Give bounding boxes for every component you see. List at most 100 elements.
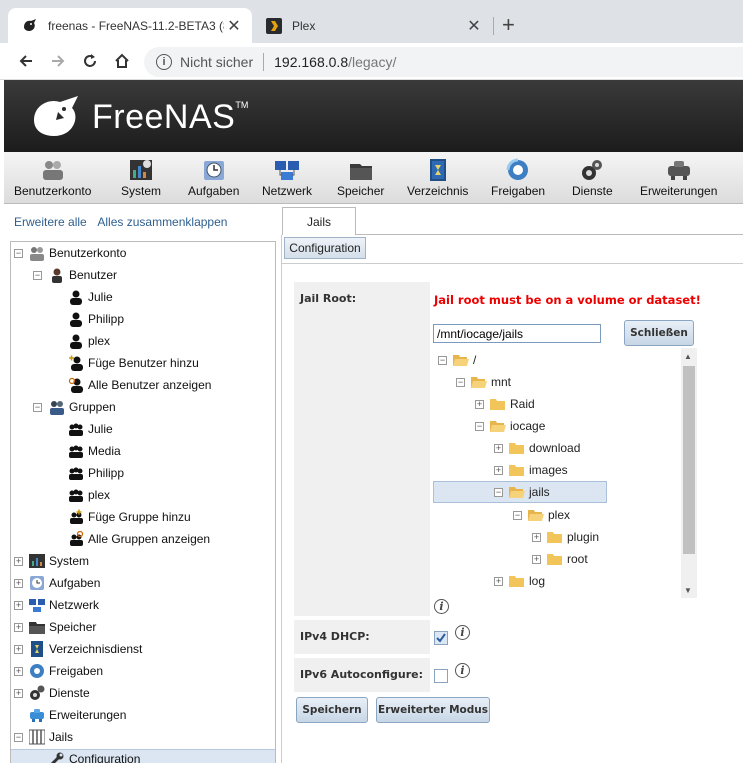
close-tab-icon[interactable]: ✕ xyxy=(224,16,244,36)
expand-toggle[interactable]: + xyxy=(14,689,23,698)
expand-toggle[interactable]: + xyxy=(14,667,23,676)
expand-toggle[interactable]: + xyxy=(494,466,503,475)
tree-item-dienste[interactable]: Dienste xyxy=(29,683,90,703)
freenas-logo[interactable]: FreeNAS TM xyxy=(30,94,248,140)
folder-plugin[interactable]: plugin xyxy=(547,527,599,547)
collapse-toggle[interactable]: − xyxy=(475,422,484,431)
expand-toggle[interactable]: + xyxy=(494,577,503,586)
toolbar-system[interactable]: System xyxy=(121,158,161,198)
expand-toggle[interactable]: + xyxy=(475,400,484,409)
tree-item-add-group[interactable]: Füge Gruppe hinzu xyxy=(68,507,191,527)
browser-tab-plex[interactable]: Plex ✕ xyxy=(252,8,492,43)
scroll-down-icon[interactable]: ▼ xyxy=(684,586,692,595)
tree-item-netzwerk[interactable]: Netzwerk xyxy=(29,595,99,615)
tree-item-configuration[interactable]: Configuration xyxy=(49,749,140,763)
home-icon[interactable] xyxy=(110,49,134,73)
back-icon[interactable] xyxy=(14,49,38,73)
toolbar-dienste[interactable]: Dienste xyxy=(572,158,613,198)
collapse-toggle[interactable]: − xyxy=(513,511,522,520)
tree-item-aufgaben[interactable]: Aufgaben xyxy=(29,573,100,593)
reload-icon[interactable] xyxy=(78,49,102,73)
folder-iocage[interactable]: iocage xyxy=(490,416,545,436)
folder-open-icon xyxy=(453,352,469,368)
tree-item-gruppen[interactable]: Gruppen xyxy=(49,397,116,417)
ipv6-autoconfigure-checkbox[interactable] xyxy=(434,669,448,683)
tree-item-group-plex[interactable]: plex xyxy=(68,485,110,505)
collapse-toggle[interactable]: − xyxy=(494,488,503,497)
browser-tab-freenas[interactable]: freenas - FreeNAS-11.2-BETA3 (8 ✕ xyxy=(8,8,252,43)
folder-log[interactable]: log xyxy=(509,571,545,591)
jail-root-info-icon[interactable]: i xyxy=(434,599,449,614)
tab-label: Configuration xyxy=(289,241,361,255)
folder-mnt[interactable]: mnt xyxy=(471,372,511,392)
scroll-up-icon[interactable]: ▲ xyxy=(684,352,692,361)
toolbar-netzwerk[interactable]: Netzwerk xyxy=(262,158,312,198)
close-button[interactable]: Schließen xyxy=(624,320,694,346)
folder-label: mnt xyxy=(491,375,512,389)
expand-toggle[interactable]: + xyxy=(532,555,541,564)
tree-item-show-users[interactable]: Alle Benutzer anzeigen xyxy=(68,375,211,395)
tree-item-group-media[interactable]: Media xyxy=(68,441,121,461)
collapse-toggle[interactable]: − xyxy=(438,356,447,365)
tree-item-benutzerkonto[interactable]: Benutzerkonto xyxy=(29,243,126,263)
collapse-toggle[interactable]: − xyxy=(33,271,42,280)
advanced-mode-button[interactable]: Erweiterter Modus xyxy=(376,697,490,723)
tree-item-freigaben[interactable]: Freigaben xyxy=(29,661,103,681)
tree-item-system[interactable]: System xyxy=(29,551,89,571)
forward-icon[interactable] xyxy=(46,49,70,73)
tree-item-user-philipp[interactable]: Philipp xyxy=(68,309,124,329)
jail-root-input[interactable] xyxy=(433,324,601,343)
expand-toggle[interactable]: + xyxy=(14,623,23,632)
collapse-toggle[interactable]: − xyxy=(456,378,465,387)
new-tab-icon[interactable]: + xyxy=(502,12,515,38)
collapse-all-link[interactable]: Alles zusammenklappen xyxy=(97,215,227,229)
toolbar-verzeichnis[interactable]: Verzeichnis xyxy=(407,158,468,198)
folder-raid[interactable]: Raid xyxy=(490,394,535,414)
expand-toggle[interactable]: + xyxy=(14,557,23,566)
toolbar-erweiterungen[interactable]: Erweiterungen xyxy=(640,158,717,198)
tree-item-user-plex[interactable]: plex xyxy=(68,331,110,351)
tree-item-add-user[interactable]: Füge Benutzer hinzu xyxy=(68,353,199,373)
address-bar[interactable]: i Nicht sicher 192.168.0.8 /legacy/ xyxy=(144,47,743,77)
scrollbar-thumb[interactable] xyxy=(683,366,695,554)
folder-plex[interactable]: plex xyxy=(528,505,570,525)
toolbar-benutzerkonto[interactable]: Benutzerkonto xyxy=(14,158,91,198)
tree-item-group-philipp[interactable]: Philipp xyxy=(68,463,124,483)
expand-toggle[interactable]: + xyxy=(14,601,23,610)
folder-root-dir[interactable]: root xyxy=(547,549,588,569)
tree-item-erweiterungen[interactable]: Erweiterungen xyxy=(29,705,126,725)
toolbar-freigaben[interactable]: Freigaben xyxy=(491,158,545,198)
folder-icon xyxy=(547,551,563,567)
save-button[interactable]: Speichern xyxy=(296,697,368,723)
tree-item-benutzer[interactable]: Benutzer xyxy=(49,265,117,285)
toolbar-speicher[interactable]: Speicher xyxy=(337,158,384,198)
tab-jails[interactable]: Jails xyxy=(282,207,356,235)
info-icon[interactable]: i xyxy=(156,54,172,70)
collapse-toggle[interactable]: − xyxy=(14,733,23,742)
folder-download[interactable]: download xyxy=(509,438,580,458)
toolbar-aufgaben[interactable]: Aufgaben xyxy=(188,158,239,198)
ipv4-dhcp-info-icon[interactable]: i xyxy=(455,625,470,640)
tree-item-speicher[interactable]: Speicher xyxy=(29,617,96,637)
folder-root[interactable]: / xyxy=(453,350,476,370)
expand-toggle[interactable]: + xyxy=(14,579,23,588)
tree-item-verzeichnisdienst[interactable]: Verzeichnisdienst xyxy=(29,639,142,659)
tree-item-group-julie[interactable]: Julie xyxy=(68,419,113,439)
file-tree-scrollbar[interactable]: ▲ ▼ xyxy=(681,348,697,598)
expand-all-link[interactable]: Erweitere alle xyxy=(14,215,87,229)
collapse-toggle[interactable]: − xyxy=(33,403,42,412)
folder-jails[interactable]: jails xyxy=(509,482,550,502)
ipv4-dhcp-checkbox[interactable] xyxy=(434,631,448,645)
tab-configuration[interactable]: Configuration xyxy=(284,237,366,259)
user-icon xyxy=(68,333,84,349)
tree-item-user-julie[interactable]: Julie xyxy=(68,287,113,307)
folder-images[interactable]: images xyxy=(509,460,568,480)
expand-toggle[interactable]: + xyxy=(532,533,541,542)
expand-toggle[interactable]: + xyxy=(14,645,23,654)
close-tab-icon[interactable]: ✕ xyxy=(464,16,484,36)
tree-item-jails[interactable]: Jails xyxy=(29,727,73,747)
tree-item-show-groups[interactable]: Alle Gruppen anzeigen xyxy=(68,529,210,549)
collapse-toggle[interactable]: − xyxy=(14,249,23,258)
ipv6-autoconfigure-info-icon[interactable]: i xyxy=(455,663,470,678)
expand-toggle[interactable]: + xyxy=(494,444,503,453)
